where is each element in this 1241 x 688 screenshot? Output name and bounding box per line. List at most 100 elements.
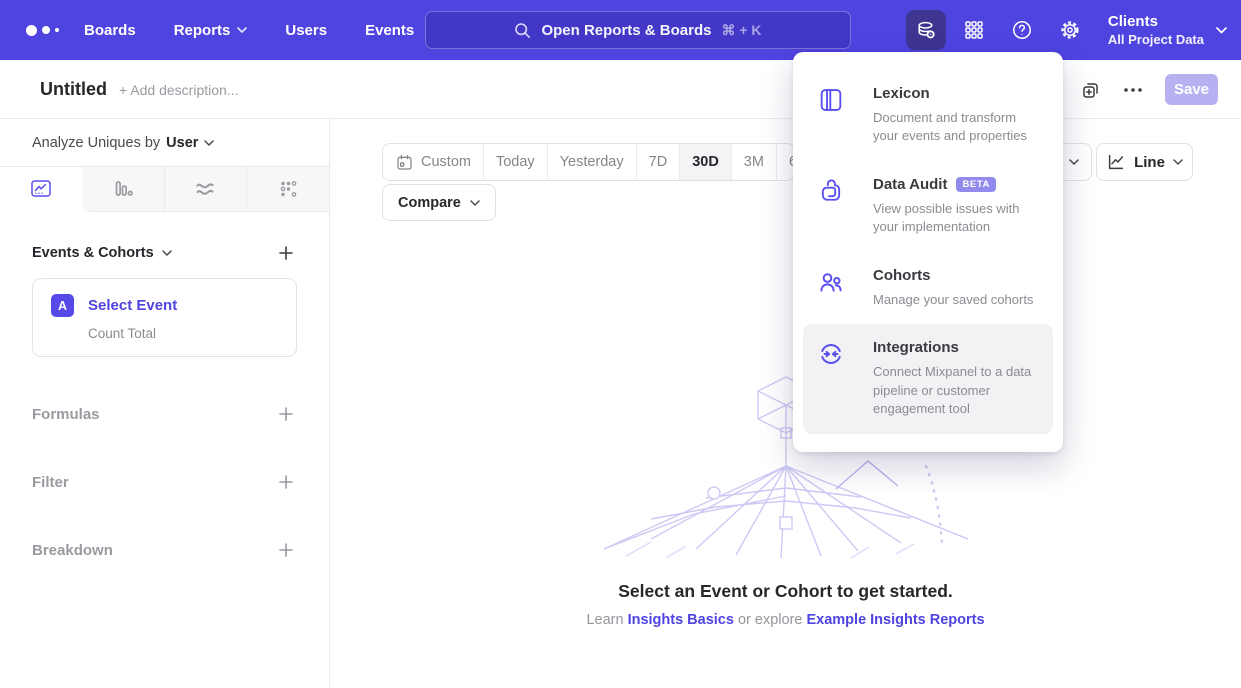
org-name: Clients: [1108, 13, 1204, 32]
chevron-down-icon: [162, 250, 172, 256]
nav-item-events[interactable]: Events: [365, 22, 414, 39]
chevron-down-icon: [237, 27, 247, 33]
menu-item-title: Cohorts: [873, 267, 931, 284]
copy-plus-icon: [1080, 79, 1101, 100]
compare-dropdown[interactable]: Compare: [382, 184, 496, 221]
menu-item-integrations[interactable]: Integrations Connect Mixpanel to a data …: [803, 324, 1053, 433]
tab-bar-chart[interactable]: [82, 167, 164, 212]
date-range-custom[interactable]: Custom: [383, 144, 483, 180]
nav-item-boards[interactable]: Boards: [84, 22, 136, 39]
date-range-today[interactable]: Today: [483, 144, 547, 180]
tab-line-chart[interactable]: [0, 167, 82, 212]
events-cohorts-dropdown[interactable]: Events & Cohorts: [32, 245, 172, 261]
metrics-grid-icon: [276, 177, 300, 201]
project-switcher[interactable]: Clients All Project Data: [1108, 13, 1227, 47]
save-button[interactable]: Save: [1165, 74, 1218, 105]
report-title[interactable]: Untitled: [40, 79, 107, 100]
plus-icon: [278, 406, 294, 422]
tab-stacked-chart[interactable]: [164, 167, 247, 212]
event-card[interactable]: A Select Event Count Total: [32, 278, 297, 357]
analyze-row: Analyze Uniques by User: [0, 119, 329, 167]
project-scope: All Project Data: [1108, 32, 1204, 47]
nav-item-label: Users: [285, 22, 327, 39]
empty-state-title: Select an Event or Cohort to get started…: [330, 581, 1241, 602]
data-management-button[interactable]: [906, 10, 946, 50]
apps-grid-icon: [963, 19, 985, 41]
formulas-label: Formulas: [32, 406, 100, 423]
formulas-section: Formulas: [32, 403, 297, 425]
nav-item-users[interactable]: Users: [285, 22, 327, 39]
event-aggregation-label[interactable]: Count Total: [88, 326, 278, 341]
help-button[interactable]: [1002, 10, 1042, 50]
hint-middle: or explore: [734, 612, 807, 628]
add-formula-button[interactable]: [275, 403, 297, 425]
menu-item-cohorts[interactable]: Cohorts Manage your saved cohorts: [803, 252, 1053, 324]
settings-button[interactable]: [1050, 10, 1090, 50]
menu-item-description: View possible issues with your implement…: [873, 200, 1039, 237]
date-range-yesterday[interactable]: Yesterday: [547, 144, 636, 180]
ellipsis-icon: [1123, 87, 1143, 93]
insights-basics-link[interactable]: Insights Basics: [628, 612, 734, 628]
date-range-label: 7D: [649, 154, 668, 170]
header-actions: Save: [1080, 60, 1218, 119]
more-options-button[interactable]: [1123, 87, 1143, 93]
event-series-badge: A: [51, 294, 74, 317]
add-filter-button[interactable]: [275, 471, 297, 493]
query-sidebar: Analyze Uniques by User: [0, 119, 330, 688]
empty-state-hint: Learn Insights Basics or explore Example…: [330, 612, 1241, 628]
global-search-input[interactable]: Open Reports & Boards ⌘ + K: [425, 11, 851, 49]
duplicate-button[interactable]: [1080, 79, 1101, 100]
add-breakdown-button[interactable]: [275, 539, 297, 561]
data-management-menu: Lexicon Document and transform your even…: [793, 52, 1063, 452]
events-section-header: Events & Cohorts: [32, 242, 297, 264]
analyze-by-dropdown[interactable]: User: [166, 135, 214, 151]
select-event-label[interactable]: Select Event: [88, 297, 177, 314]
tab-metrics-grid[interactable]: [246, 167, 329, 212]
menu-item-title: Lexicon: [873, 85, 930, 102]
cohorts-people-icon: [817, 267, 847, 309]
bar-chart-icon: [111, 177, 135, 201]
chart-type-tabs: [0, 167, 329, 212]
compare-label: Compare: [398, 195, 461, 211]
breakdown-label: Breakdown: [32, 542, 113, 559]
database-gear-icon: [914, 18, 938, 42]
nav-item-label: Reports: [174, 22, 231, 39]
chart-style-label: Line: [1134, 154, 1165, 171]
menu-item-description: Manage your saved cohorts: [873, 291, 1033, 309]
analyze-value: User: [166, 135, 198, 151]
search-icon: [514, 22, 531, 39]
date-range-3m[interactable]: 3M: [731, 144, 776, 180]
analyze-label: Analyze Uniques by: [32, 135, 160, 151]
menu-item-title: Data Audit: [873, 176, 947, 193]
plus-icon: [278, 245, 294, 261]
report-description-placeholder[interactable]: + Add description...: [119, 82, 238, 98]
add-event-button[interactable]: [275, 242, 297, 264]
nav-item-reports[interactable]: Reports: [174, 22, 248, 39]
top-navbar: Boards Reports Users Events Open Reports…: [0, 0, 1241, 60]
nav-item-label: Events: [365, 22, 414, 39]
date-range-7d[interactable]: 7D: [636, 144, 680, 180]
date-range-control: Custom Today Yesterday 7D 30D 3M 6M: [382, 143, 795, 181]
date-range-label: Custom: [421, 154, 471, 170]
lexicon-book-icon: [817, 85, 847, 146]
chart-style-dropdown[interactable]: Line: [1096, 143, 1193, 181]
data-audit-icon: [817, 176, 847, 237]
plus-icon: [278, 542, 294, 558]
menu-item-data-audit[interactable]: Data Audit BETA View possible issues wit…: [803, 161, 1053, 252]
chevron-down-icon: [1216, 27, 1227, 34]
menu-item-description: Connect Mixpanel to a data pipeline or c…: [873, 363, 1039, 418]
date-range-label: Today: [496, 154, 535, 170]
app-screen: Boards Reports Users Events Open Reports…: [0, 0, 1241, 688]
date-range-label: 3M: [744, 154, 764, 170]
mixpanel-logo-icon[interactable]: [26, 25, 66, 36]
stacked-flow-icon: [193, 177, 217, 201]
apps-grid-button[interactable]: [954, 10, 994, 50]
hint-prefix: Learn: [586, 612, 627, 628]
settings-gear-icon: [1058, 18, 1082, 42]
example-reports-link[interactable]: Example Insights Reports: [806, 612, 984, 628]
chevron-down-icon: [1173, 159, 1183, 165]
line-chart-icon: [1106, 152, 1126, 172]
date-range-30d-selected[interactable]: 30D: [679, 144, 731, 180]
menu-item-lexicon[interactable]: Lexicon Document and transform your even…: [803, 70, 1053, 161]
chevron-down-icon: [204, 140, 214, 146]
